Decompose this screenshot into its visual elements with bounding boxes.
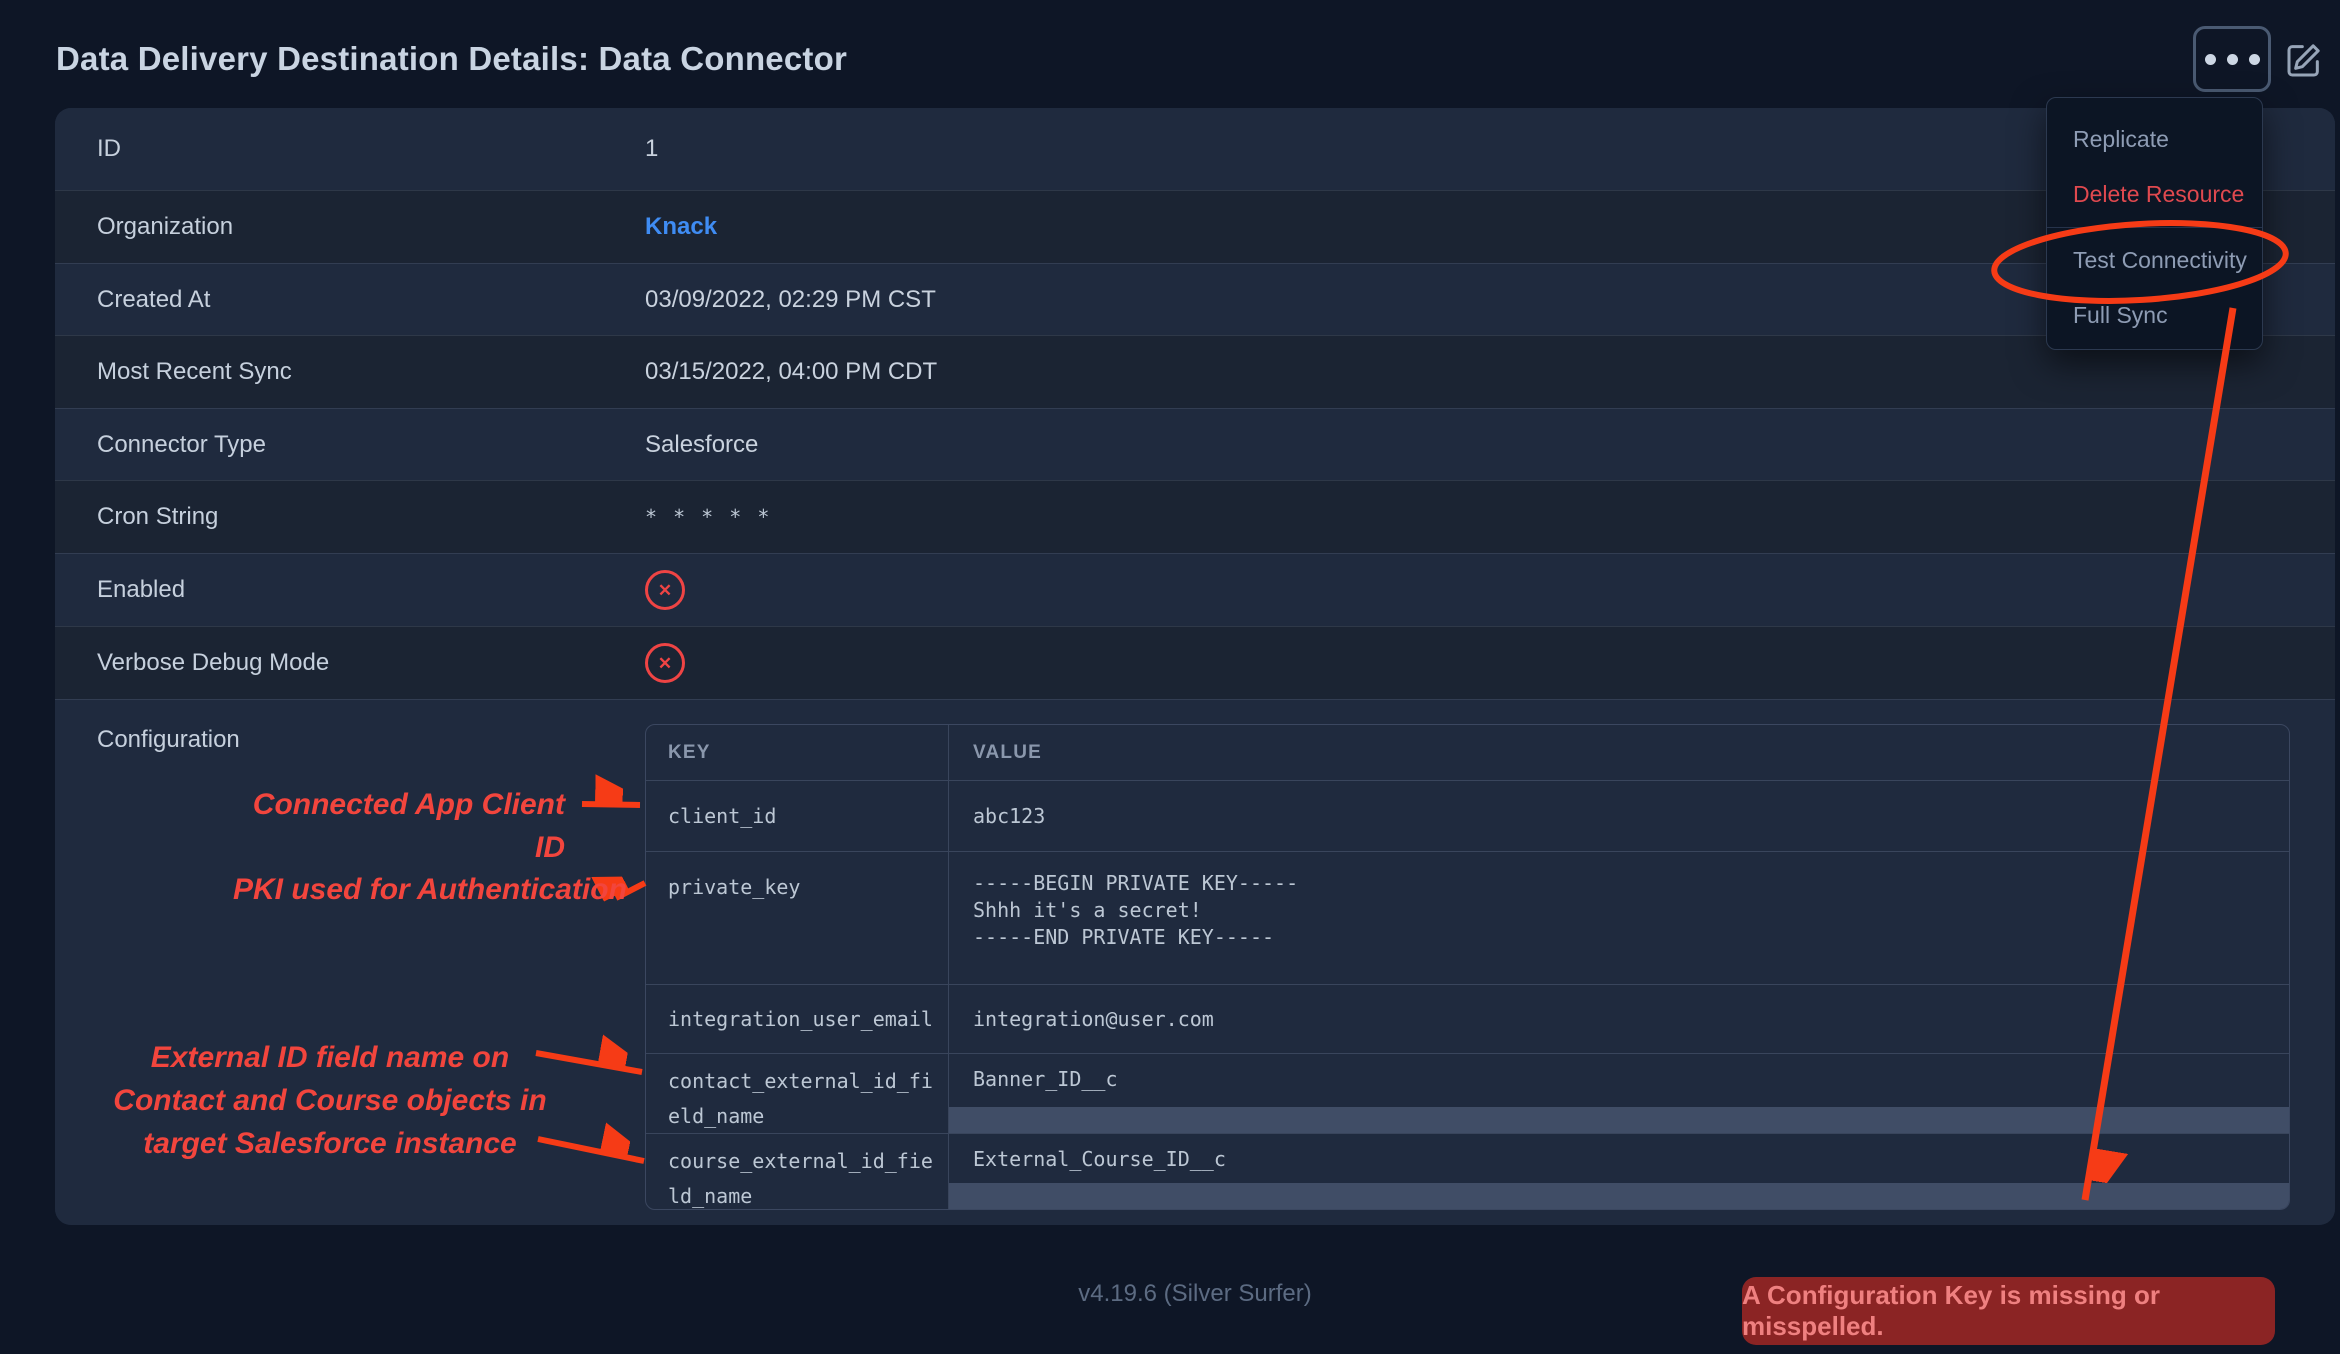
detail-label: Organization (55, 213, 645, 241)
organization-link[interactable]: Knack (645, 213, 717, 241)
menu-item-replicate[interactable]: Replicate (2047, 112, 2262, 167)
edit-button[interactable] (2284, 40, 2324, 80)
config-key: integration_user_email (646, 985, 949, 1053)
horizontal-scrollbar[interactable] (949, 1107, 2289, 1133)
config-row-private-key: private_key -----BEGIN PRIVATE KEY----- … (646, 851, 2289, 984)
detail-value: 03/09/2022, 02:29 PM CST (645, 286, 936, 314)
config-row-client-id: client_id abc123 (646, 780, 2289, 851)
config-value: abc123 (949, 781, 2289, 851)
detail-row-id: ID 1 (55, 108, 2335, 190)
edit-icon (2284, 40, 2324, 80)
column-header-value: VALUE (949, 725, 2289, 780)
configuration-table: KEY VALUE client_id abc123 private_key -… (645, 724, 2290, 1210)
disabled-x-icon: ✕ (645, 570, 685, 610)
ellipsis-icon (2205, 54, 2216, 65)
details-card: ID 1 Organization Knack Created At 03/09… (55, 108, 2335, 1225)
menu-divider (2047, 227, 2262, 228)
detail-value: 1 (645, 135, 658, 163)
actions-dropdown-menu: Replicate Delete Resource Test Connectiv… (2046, 97, 2263, 350)
detail-row-most-recent-sync: Most Recent Sync 03/15/2022, 04:00 PM CD… (55, 335, 2335, 408)
configuration-table-header: KEY VALUE (646, 725, 2289, 780)
ellipsis-icon (2249, 54, 2260, 65)
detail-row-configuration: Configuration KEY VALUE client_id abc123… (55, 699, 2335, 1225)
config-key: contact_external_id_field_name (646, 1054, 949, 1133)
detail-label: ID (55, 135, 645, 163)
menu-item-full-sync[interactable]: Full Sync (2047, 288, 2262, 343)
config-key: private_key (646, 852, 949, 984)
detail-label: Verbose Debug Mode (55, 649, 645, 677)
config-value: External_Course_ID__c (949, 1134, 2289, 1209)
detail-value: Salesforce (645, 431, 758, 459)
detail-value: 03/15/2022, 04:00 PM CDT (645, 358, 937, 386)
config-row-contact-external-id-field-name: contact_external_id_field_name Banner_ID… (646, 1053, 2289, 1133)
detail-label: Most Recent Sync (55, 358, 645, 386)
detail-label: Configuration (55, 700, 645, 754)
page-title: Data Delivery Destination Details: Data … (56, 40, 847, 78)
config-key: client_id (646, 781, 949, 851)
detail-label: Connector Type (55, 431, 645, 459)
detail-row-enabled: Enabled ✕ (55, 553, 2335, 626)
detail-row-organization: Organization Knack (55, 190, 2335, 263)
detail-label: Enabled (55, 576, 645, 604)
detail-row-verbose-debug-mode: Verbose Debug Mode ✕ (55, 626, 2335, 699)
config-row-course-external-id-field-name: course_external_id_field_name External_C… (646, 1133, 2289, 1209)
horizontal-scrollbar[interactable] (949, 1183, 2289, 1209)
detail-row-created-at: Created At 03/09/2022, 02:29 PM CST (55, 263, 2335, 335)
ellipsis-icon (2227, 54, 2238, 65)
detail-label: Created At (55, 286, 645, 314)
detail-value: * * * * * (645, 505, 771, 529)
menu-item-test-connectivity[interactable]: Test Connectivity (2047, 233, 2262, 288)
detail-label: Cron String (55, 503, 645, 531)
config-value: -----BEGIN PRIVATE KEY----- Shhh it's a … (949, 852, 2289, 984)
detail-row-connector-type: Connector Type Salesforce (55, 408, 2335, 480)
more-actions-button[interactable] (2193, 26, 2271, 92)
config-value: integration@user.com (949, 985, 2289, 1053)
config-key: course_external_id_field_name (646, 1134, 949, 1209)
column-header-key: KEY (646, 725, 949, 780)
disabled-x-icon: ✕ (645, 643, 685, 683)
detail-row-cron-string: Cron String * * * * * (55, 480, 2335, 553)
error-toast: A Configuration Key is missing or misspe… (1742, 1277, 2275, 1345)
menu-item-delete-resource[interactable]: Delete Resource (2047, 167, 2262, 222)
config-row-integration-user-email: integration_user_email integration@user.… (646, 984, 2289, 1053)
config-value: Banner_ID__c (949, 1054, 2289, 1133)
